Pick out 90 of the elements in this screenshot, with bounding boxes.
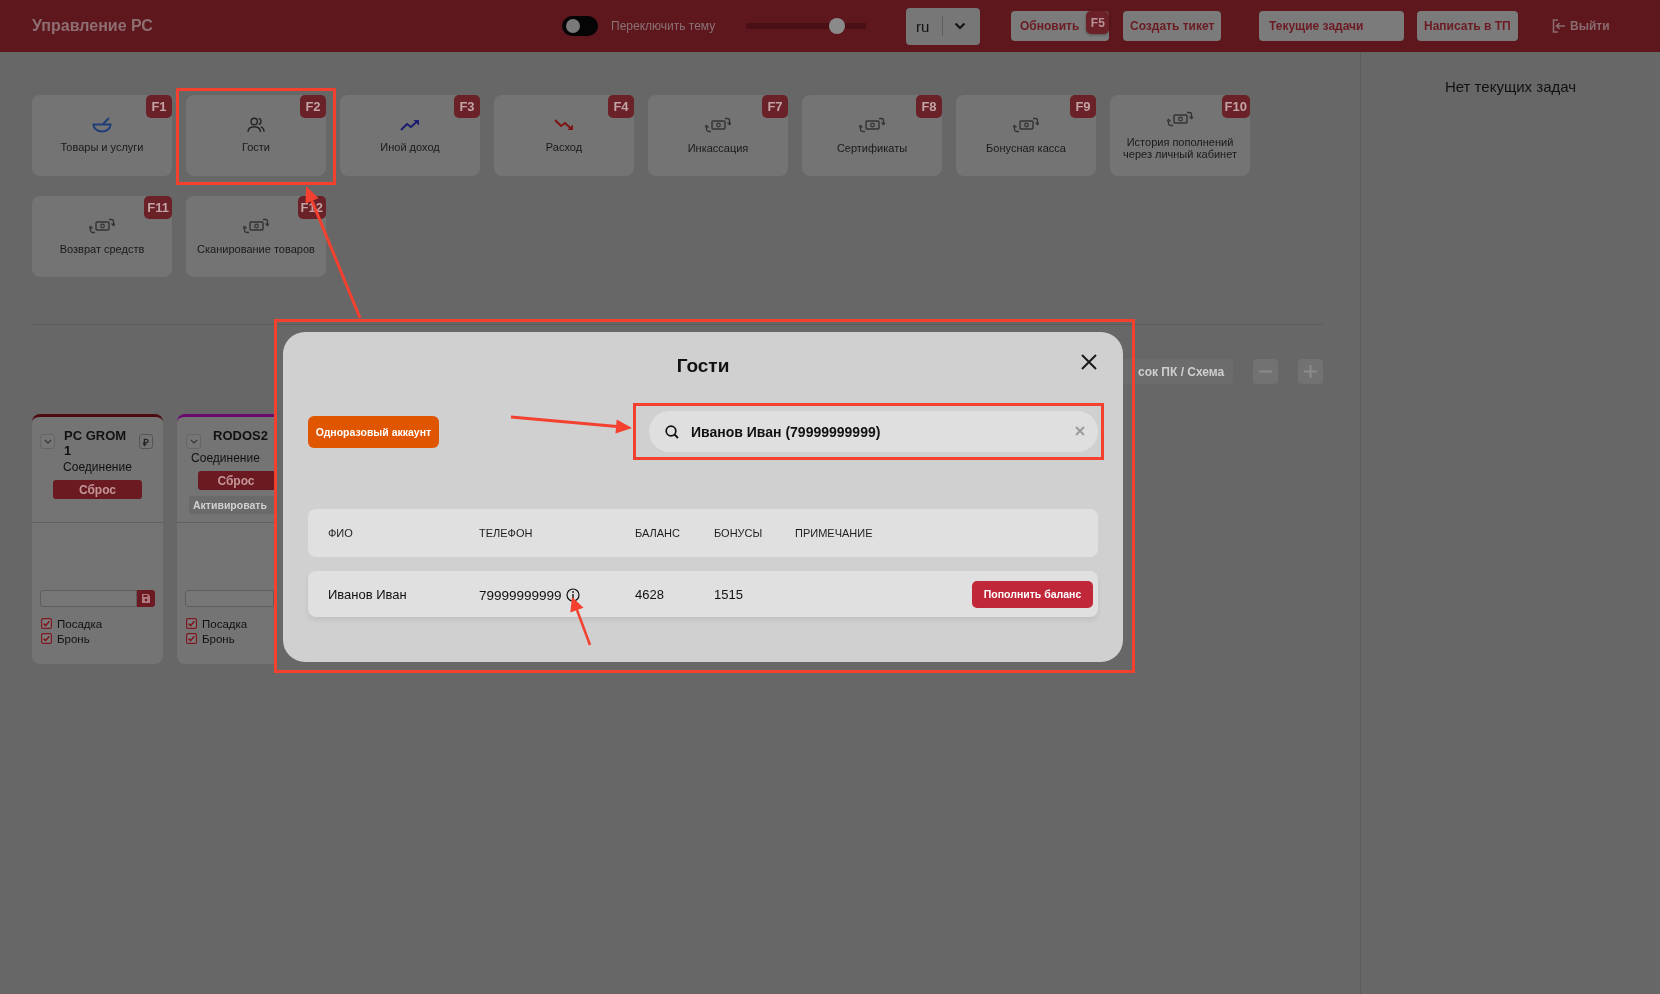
toolbar-button[interactable]: Создать тикет	[1123, 11, 1222, 41]
hotkey-badge: F1	[146, 95, 172, 118]
logout-button[interactable]: Выйти	[1552, 19, 1610, 33]
table-cell: 4628	[635, 586, 664, 602]
column-header: ПРИМЕЧАНИЕ	[795, 527, 873, 539]
money-exchange-icon	[89, 217, 115, 236]
table-cell: 1515	[714, 586, 743, 602]
money-exchange-icon	[243, 217, 269, 236]
money-exchange-icon	[1013, 116, 1039, 135]
close-icon	[1081, 354, 1097, 370]
chevron-down-icon	[189, 439, 198, 444]
hotkey-badge: F2	[300, 95, 326, 118]
dialog-title: Гости	[676, 355, 730, 377]
checkbox-label: Бронь	[57, 632, 90, 645]
toolbar-button[interactable]: Написать в ТП	[1417, 11, 1518, 41]
search-field[interactable]: Иванов Иван (79999999999)	[649, 411, 1098, 452]
action-tile[interactable]: F3 Иной доход	[340, 95, 480, 176]
close-button[interactable]	[1081, 354, 1097, 370]
input-field[interactable]	[185, 590, 274, 607]
slider-thumb[interactable]	[829, 18, 846, 34]
trend-down-icon	[554, 119, 574, 132]
reset-button[interactable]: Сброс	[53, 480, 142, 499]
toolbar-button[interactable]: Обновить F5	[1011, 11, 1110, 41]
column-header: БОНУСЫ	[714, 527, 763, 539]
action-tile[interactable]: F2 Гости	[186, 95, 326, 176]
checkbox[interactable]	[41, 618, 52, 629]
action-tile[interactable]: F8 Сертификаты	[802, 95, 942, 176]
save-button[interactable]	[137, 590, 155, 607]
floppy-icon	[142, 594, 150, 603]
chevron-down-icon	[954, 22, 966, 30]
logout-icon	[1552, 19, 1566, 33]
action-tile[interactable]: F9 Бонусная касса	[956, 95, 1096, 176]
action-tile[interactable]: F7 Инкассация	[648, 95, 788, 176]
action-tile[interactable]: F10 История пополнений через личный кабинет	[1110, 95, 1250, 176]
action-tile[interactable]: F11 Возврат средств	[32, 196, 172, 277]
reset-button[interactable]: Сброс	[198, 471, 274, 490]
app-title: Управление РС	[32, 17, 153, 35]
connection-status: Соединение	[63, 460, 132, 475]
top-up-button[interactable]: Пополнить баланс	[972, 580, 1093, 608]
table-cell: 79999999999	[479, 587, 562, 603]
column-header: ФИО	[328, 527, 353, 539]
column-header: ТЕЛЕФОН	[479, 527, 533, 539]
expand-button[interactable]	[186, 434, 201, 449]
connection-status: Соединение	[191, 451, 260, 466]
expand-button[interactable]	[40, 434, 55, 449]
column-header: БАЛАНС	[635, 527, 680, 539]
checkbox[interactable]	[186, 633, 197, 644]
checkbox-label: Посадка	[57, 617, 103, 630]
view-switch-button[interactable]: сок ПК / Схема	[1123, 359, 1233, 384]
annotation-arrow	[570, 597, 592, 646]
hotkey-badge: F8	[916, 95, 942, 118]
bowl-icon	[92, 117, 112, 134]
pc-name: PC GROM 1	[64, 428, 128, 458]
money-exchange-icon	[705, 116, 731, 135]
plus-icon	[1304, 365, 1317, 378]
hotkey-badge: F3	[454, 95, 480, 118]
money-exchange-icon	[1167, 110, 1193, 129]
toolbar-button[interactable]: Текущие задачи	[1259, 11, 1404, 41]
hotkey-badge: F4	[608, 95, 634, 118]
theme-toggle[interactable]	[562, 16, 598, 36]
input-field[interactable]	[40, 590, 137, 607]
pc-name: RODOS2	[213, 428, 268, 443]
table-row[interactable]: Иванов Иван 79999999999 4628 1515 Пополнить баланс	[308, 571, 1098, 617]
action-tile[interactable]: F1 Товары и услуги	[32, 95, 172, 176]
action-tile[interactable]: F4 Расход	[494, 95, 634, 176]
ruble-sign: ₽	[139, 434, 153, 449]
hotkey-badge: F7	[762, 95, 788, 118]
theme-toggle-label: Переключить тему	[611, 19, 716, 33]
people-icon	[247, 117, 265, 134]
trend-up-icon	[400, 119, 420, 132]
checkbox-label: Посадка	[202, 617, 248, 630]
empty-tasks-text: Нет текущих задач	[1444, 78, 1577, 95]
checkbox[interactable]	[41, 633, 52, 644]
close-icon	[1075, 426, 1085, 436]
search-icon	[665, 425, 679, 439]
one-time-account-button[interactable]: Одноразовый аккаунт	[308, 415, 439, 448]
plus-button[interactable]	[1298, 359, 1323, 384]
info-icon[interactable]	[565, 588, 580, 602]
table-cell: Иванов Иван	[328, 586, 407, 602]
money-exchange-icon	[859, 116, 885, 135]
language-select[interactable]: ru	[906, 7, 980, 45]
checkbox[interactable]	[186, 618, 197, 629]
chevron-down-icon	[43, 439, 52, 444]
hotkey-badge: F5	[1086, 11, 1110, 34]
hotkey-badge: F9	[1070, 95, 1096, 118]
hotkey-badge: F10	[1221, 95, 1250, 118]
checkbox-label: Бронь	[202, 632, 235, 645]
clear-button[interactable]	[1075, 426, 1085, 436]
minus-button[interactable]	[1253, 359, 1278, 384]
hotkey-badge: F11	[144, 196, 172, 219]
